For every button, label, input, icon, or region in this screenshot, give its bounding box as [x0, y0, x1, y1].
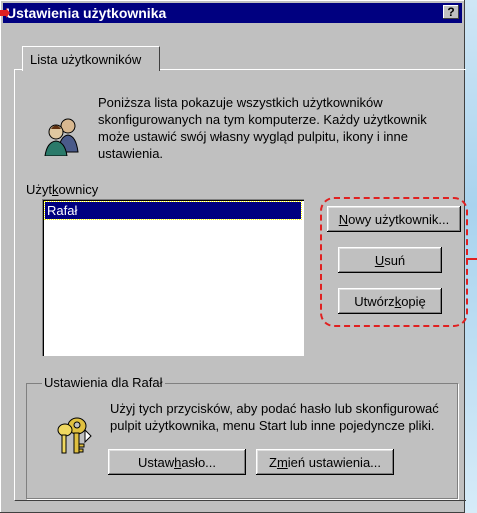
set-password-button[interactable]: Ustaw h asło... [108, 449, 246, 475]
group-title: Ustawienia dla Rafał [42, 375, 165, 390]
user-settings-dialog: Ustawienia użytkownika ? Lista użytkowni… [0, 0, 468, 513]
list-item[interactable]: Rafał [44, 201, 302, 220]
change-settings-button[interactable]: Zm ień ustawienia... [256, 449, 394, 475]
annotation-line [466, 258, 477, 260]
users-listbox[interactable]: Rafał [42, 199, 304, 356]
keys-icon [57, 417, 92, 454]
description-text: Poniższa lista pokazuje wszystkich użytk… [98, 95, 427, 161]
title-bar[interactable]: Ustawienia użytkownika ? [3, 3, 462, 23]
tab-label: Lista użytkowników [30, 52, 142, 67]
highlight-annotation [320, 197, 468, 327]
users-icon [44, 118, 79, 156]
help-button[interactable]: ? [443, 5, 459, 19]
group-description: Użyj tych przycisków, aby podać hasło lu… [110, 401, 439, 433]
users-label: Użytkownicy [26, 182, 99, 197]
window-title: Ustawienia użytkownika [6, 5, 167, 21]
tab-user-list[interactable]: Lista użytkowników [22, 46, 160, 71]
red-arrow-icon [0, 8, 10, 18]
